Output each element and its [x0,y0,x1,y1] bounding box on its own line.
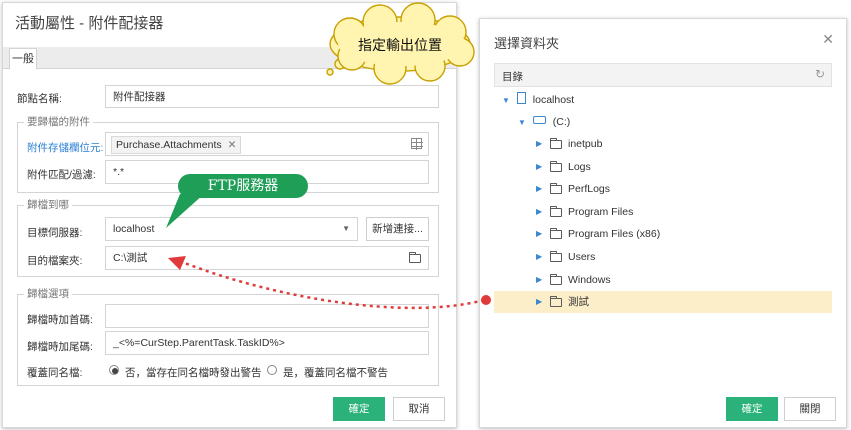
target-server-label: 目標伺服器: [27,227,83,239]
dialog-title: 活動屬性 - 附件配接器 [15,15,164,32]
caret-collapsed-icon[interactable]: ▶ [536,156,542,178]
caret-collapsed-icon[interactable]: ▶ [536,246,542,268]
caret-collapsed-icon[interactable]: ▶ [536,269,542,291]
ftp-callout: FTP服務器 [178,174,308,198]
folder-row[interactable]: ▶ PerfLogs [494,178,832,200]
folder-label: Program Files [568,205,634,218]
folder-icon [550,160,562,172]
folder-label: Windows [568,273,611,286]
tag-remove-icon[interactable]: ✕ [228,139,237,151]
folder-dialog-title: 選擇資料夾 [494,36,560,51]
folder-ok-button[interactable]: 確定 [726,397,778,421]
folder-row[interactable]: ▶ Program Files [494,201,832,223]
radio-no-warning[interactable] [109,365,119,375]
folder-row[interactable]: ▶ Windows [494,269,832,291]
folder-icon [550,183,562,195]
suffix-label: 歸檔時加尾碼: [27,341,93,353]
folder-label: inetpub [568,138,603,150]
ok-button[interactable]: 確定 [333,397,385,421]
tree-root-localhost[interactable]: ▼ localhost [502,89,832,111]
folder-label: PerfLogs [568,183,611,196]
options-legend: 歸檔選項 [24,286,72,301]
target-legend: 歸檔到哪 [24,197,72,212]
folder-row[interactable]: ▶ Users [494,246,832,268]
suffix-input[interactable]: _<%=CurStep.ParentTask.TaskID%> [105,331,429,355]
table-picker-icon[interactable] [411,138,423,150]
drive-icon [532,116,546,124]
prefix-label: 歸檔時加首碼: [27,314,93,326]
radio-yes-label[interactable]: 是，覆蓋同名檔不警告 [283,365,388,380]
dest-folder-value: C:\測試 [113,252,148,264]
new-connection-button[interactable]: 新增連接... [366,217,429,241]
tree-drive-c[interactable]: ▼ (C:) [518,111,818,133]
folder-label: Users [568,251,596,263]
folder-label: Logs [568,160,591,173]
overwrite-label: 覆蓋同名檔: [27,367,83,379]
radio-yes-overwrite[interactable] [267,365,277,375]
storage-field-input[interactable]: Purchase.Attachments ✕ [105,132,429,156]
directory-header: 目錄 ↻ [494,63,832,87]
caret-expanded-icon[interactable]: ▼ [518,118,526,127]
caret-collapsed-icon[interactable]: ▶ [536,133,542,155]
storage-field-label[interactable]: 附件存儲欄位元: [27,140,103,155]
folder-icon [550,205,562,217]
folder-label: 測試 [568,296,589,309]
directory-header-label: 目錄 [502,71,523,83]
caret-collapsed-icon[interactable]: ▶ [536,291,542,313]
tab-general[interactable]: 一般 [9,48,37,70]
tree-root-label: localhost [532,94,575,106]
radio-no-label[interactable]: 否，當存在同名檔時發出警告 [125,365,262,380]
storage-tag: Purchase.Attachments ✕ [111,136,242,154]
folder-row[interactable]: ▶ Logs [494,156,832,178]
dest-folder-label: 目的檔案夾: [27,255,83,267]
folder-icon [550,228,562,240]
server-icon [516,92,526,104]
folder-icon [550,273,562,285]
close-icon[interactable]: ✕ [822,31,834,48]
output-cloud-text: 指定輸出位置 [358,38,442,54]
folder-close-button[interactable]: 關閉 [784,397,836,421]
caret-collapsed-icon[interactable]: ▶ [536,223,542,245]
folder-row[interactable]: ▶ inetpub [494,133,832,155]
node-name-label: 節點名稱: [17,93,62,105]
attachments-legend: 要歸檔的附件 [24,114,93,129]
tree-drive-label: (C:) [552,116,571,128]
caret-collapsed-icon[interactable]: ▶ [536,178,542,200]
folder-row[interactable]: ▶ Program Files (x86) [494,223,832,245]
caret-collapsed-icon[interactable]: ▶ [536,201,542,223]
refresh-icon[interactable]: ↻ [815,67,825,81]
target-server-value: localhost [113,223,155,235]
caret-expanded-icon[interactable]: ▼ [502,96,510,105]
folder-label: Program Files (x86) [568,228,661,241]
cancel-button[interactable]: 取消 [393,397,445,421]
folder-row[interactable]: ▶ 測試 [494,291,832,314]
match-filter-label: 附件匹配/過濾: [27,169,96,181]
folder-icon [550,251,562,262]
red-dotted-arrow [168,256,491,310]
dropdown-arrow-icon[interactable]: ▼ [342,218,350,240]
folder-icon [550,296,562,308]
select-folder-dialog: 選擇資料夾 ✕ 目錄 ↻ ▼ localhost ▼ (C:) ▶ inetpub… [479,18,847,428]
folder-icon [550,138,562,149]
storage-tag-text: Purchase.Attachments [116,139,222,151]
